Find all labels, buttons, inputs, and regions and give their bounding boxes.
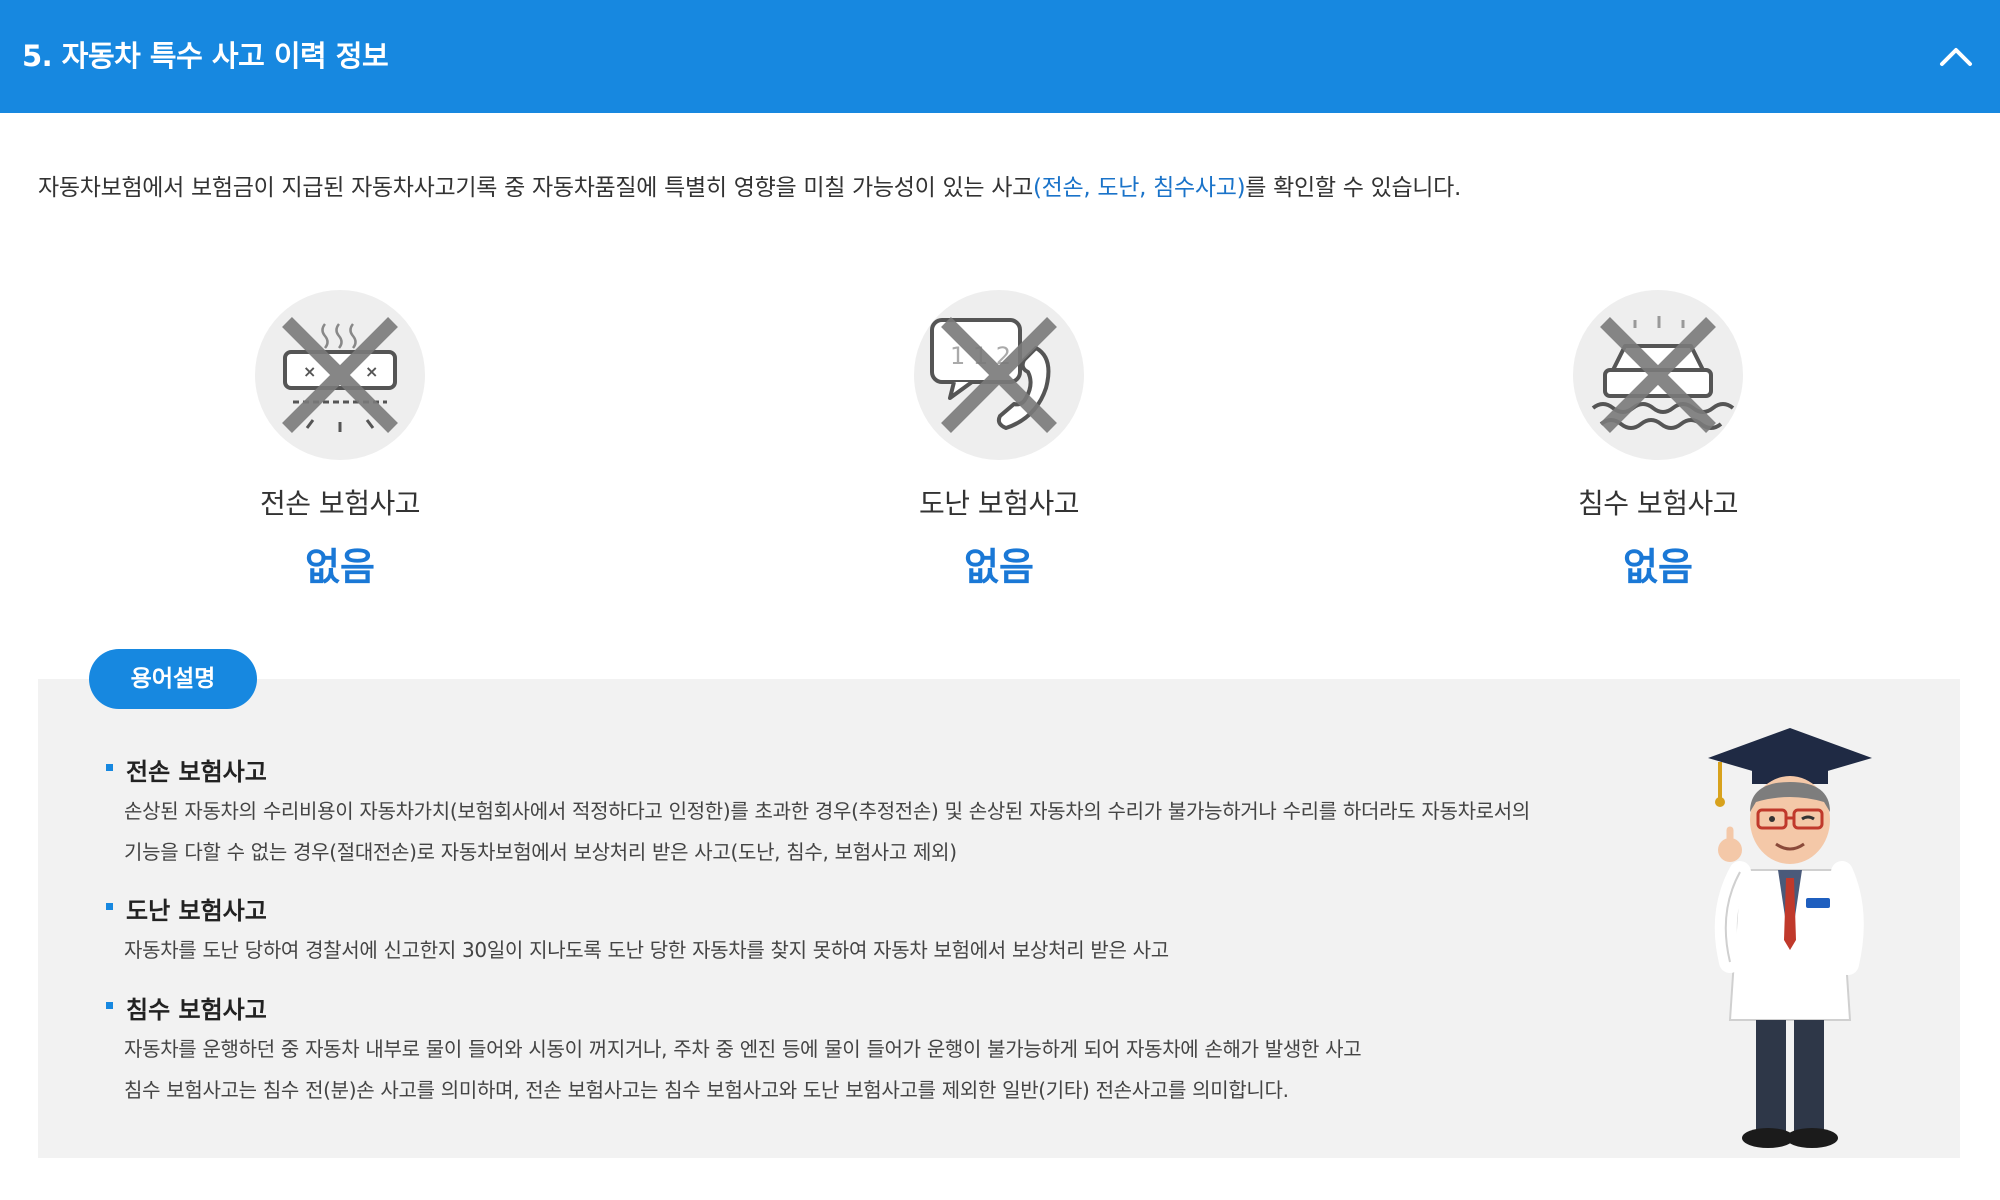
accident-name: 도난 보험사고 xyxy=(849,482,1149,522)
glossary-term: 도난 보험사고 자동차를 도난 당하여 경찰서에 신고한지 30일이 지나도록 … xyxy=(104,891,1169,971)
bullet-icon xyxy=(106,1002,113,1009)
term-title: 침수 보험사고 xyxy=(126,996,267,1024)
term-title-wrap: 전손 보험사고 xyxy=(104,752,1530,787)
accident-card-theft: 1 1 2 도난 보험사고 없음 xyxy=(849,290,1149,591)
term-desc-line: 자동차를 운행하던 중 자동차 내부로 물이 들어와 시동이 꺼지거나, 주차 … xyxy=(124,1029,1361,1070)
svg-text:×: × xyxy=(303,362,316,381)
professor-character-illustration xyxy=(1700,720,1880,1164)
accident-status: 없음 xyxy=(849,536,1149,591)
section-header: 5. 자동차 특수 사고 이력 정보 xyxy=(0,0,2000,113)
bullet-icon xyxy=(106,903,113,910)
flood-icon xyxy=(1573,290,1743,460)
total-loss-icon: × × xyxy=(255,290,425,460)
term-description: 자동차를 운행하던 중 자동차 내부로 물이 들어와 시동이 꺼지거나, 주차 … xyxy=(104,1029,1361,1111)
accident-card-total-loss: × × 전손 보험사고 없음 xyxy=(190,290,490,591)
term-desc-line: 손상된 자동차의 수리비용이 자동차가치(보험회사에서 적정하다고 인정한)를 … xyxy=(124,791,1530,832)
term-title-wrap: 침수 보험사고 xyxy=(104,990,1361,1025)
term-title: 도난 보험사고 xyxy=(126,897,267,925)
term-desc-line: 자동차를 도난 당하여 경찰서에 신고한지 30일이 지나도록 도난 당한 자동… xyxy=(124,930,1169,971)
section-title: 5. 자동차 특수 사고 이력 정보 xyxy=(22,0,388,113)
accident-card-flood: 침수 보험사고 없음 xyxy=(1508,290,1808,591)
svg-text:×: × xyxy=(365,362,378,381)
collapse-button[interactable] xyxy=(1934,34,1978,78)
accident-status: 없음 xyxy=(190,536,490,591)
term-desc-line: 기능을 다할 수 없는 경우(절대전손)로 자동차보험에서 보상처리 받은 사고… xyxy=(124,832,1530,873)
term-description: 손상된 자동차의 수리비용이 자동차가치(보험회사에서 적정하다고 인정한)를 … xyxy=(104,791,1530,873)
accident-status: 없음 xyxy=(1508,536,1808,591)
intro-prefix: 자동차보험에서 보험금이 지급된 자동차사고기록 중 자동차품질에 특별히 영향… xyxy=(38,175,1033,201)
bullet-icon xyxy=(106,764,113,771)
intro-highlight: (전손, 도난, 침수사고) xyxy=(1033,175,1245,201)
term-title-wrap: 도난 보험사고 xyxy=(104,891,1169,926)
glossary-term: 침수 보험사고 자동차를 운행하던 중 자동차 내부로 물이 들어와 시동이 꺼… xyxy=(104,990,1361,1111)
term-desc-line: 침수 보험사고는 침수 전(분)손 사고를 의미하며, 전손 보험사고는 침수 … xyxy=(124,1070,1361,1111)
accident-name: 전손 보험사고 xyxy=(190,482,490,522)
intro-suffix: 를 확인할 수 있습니다. xyxy=(1245,175,1461,201)
glossary-tab[interactable]: 용어설명 xyxy=(89,649,257,709)
accident-name: 침수 보험사고 xyxy=(1508,482,1808,522)
theft-icon: 1 1 2 xyxy=(914,290,1084,460)
intro-text: 자동차보험에서 보험금이 지급된 자동차사고기록 중 자동차품질에 특별히 영향… xyxy=(38,168,1958,202)
chevron-up-icon xyxy=(1939,45,1973,67)
term-description: 자동차를 도난 당하여 경찰서에 신고한지 30일이 지나도록 도난 당한 자동… xyxy=(104,930,1169,971)
glossary-term: 전손 보험사고 손상된 자동차의 수리비용이 자동차가치(보험회사에서 적정하다… xyxy=(104,752,1530,873)
term-title: 전손 보험사고 xyxy=(126,758,267,786)
